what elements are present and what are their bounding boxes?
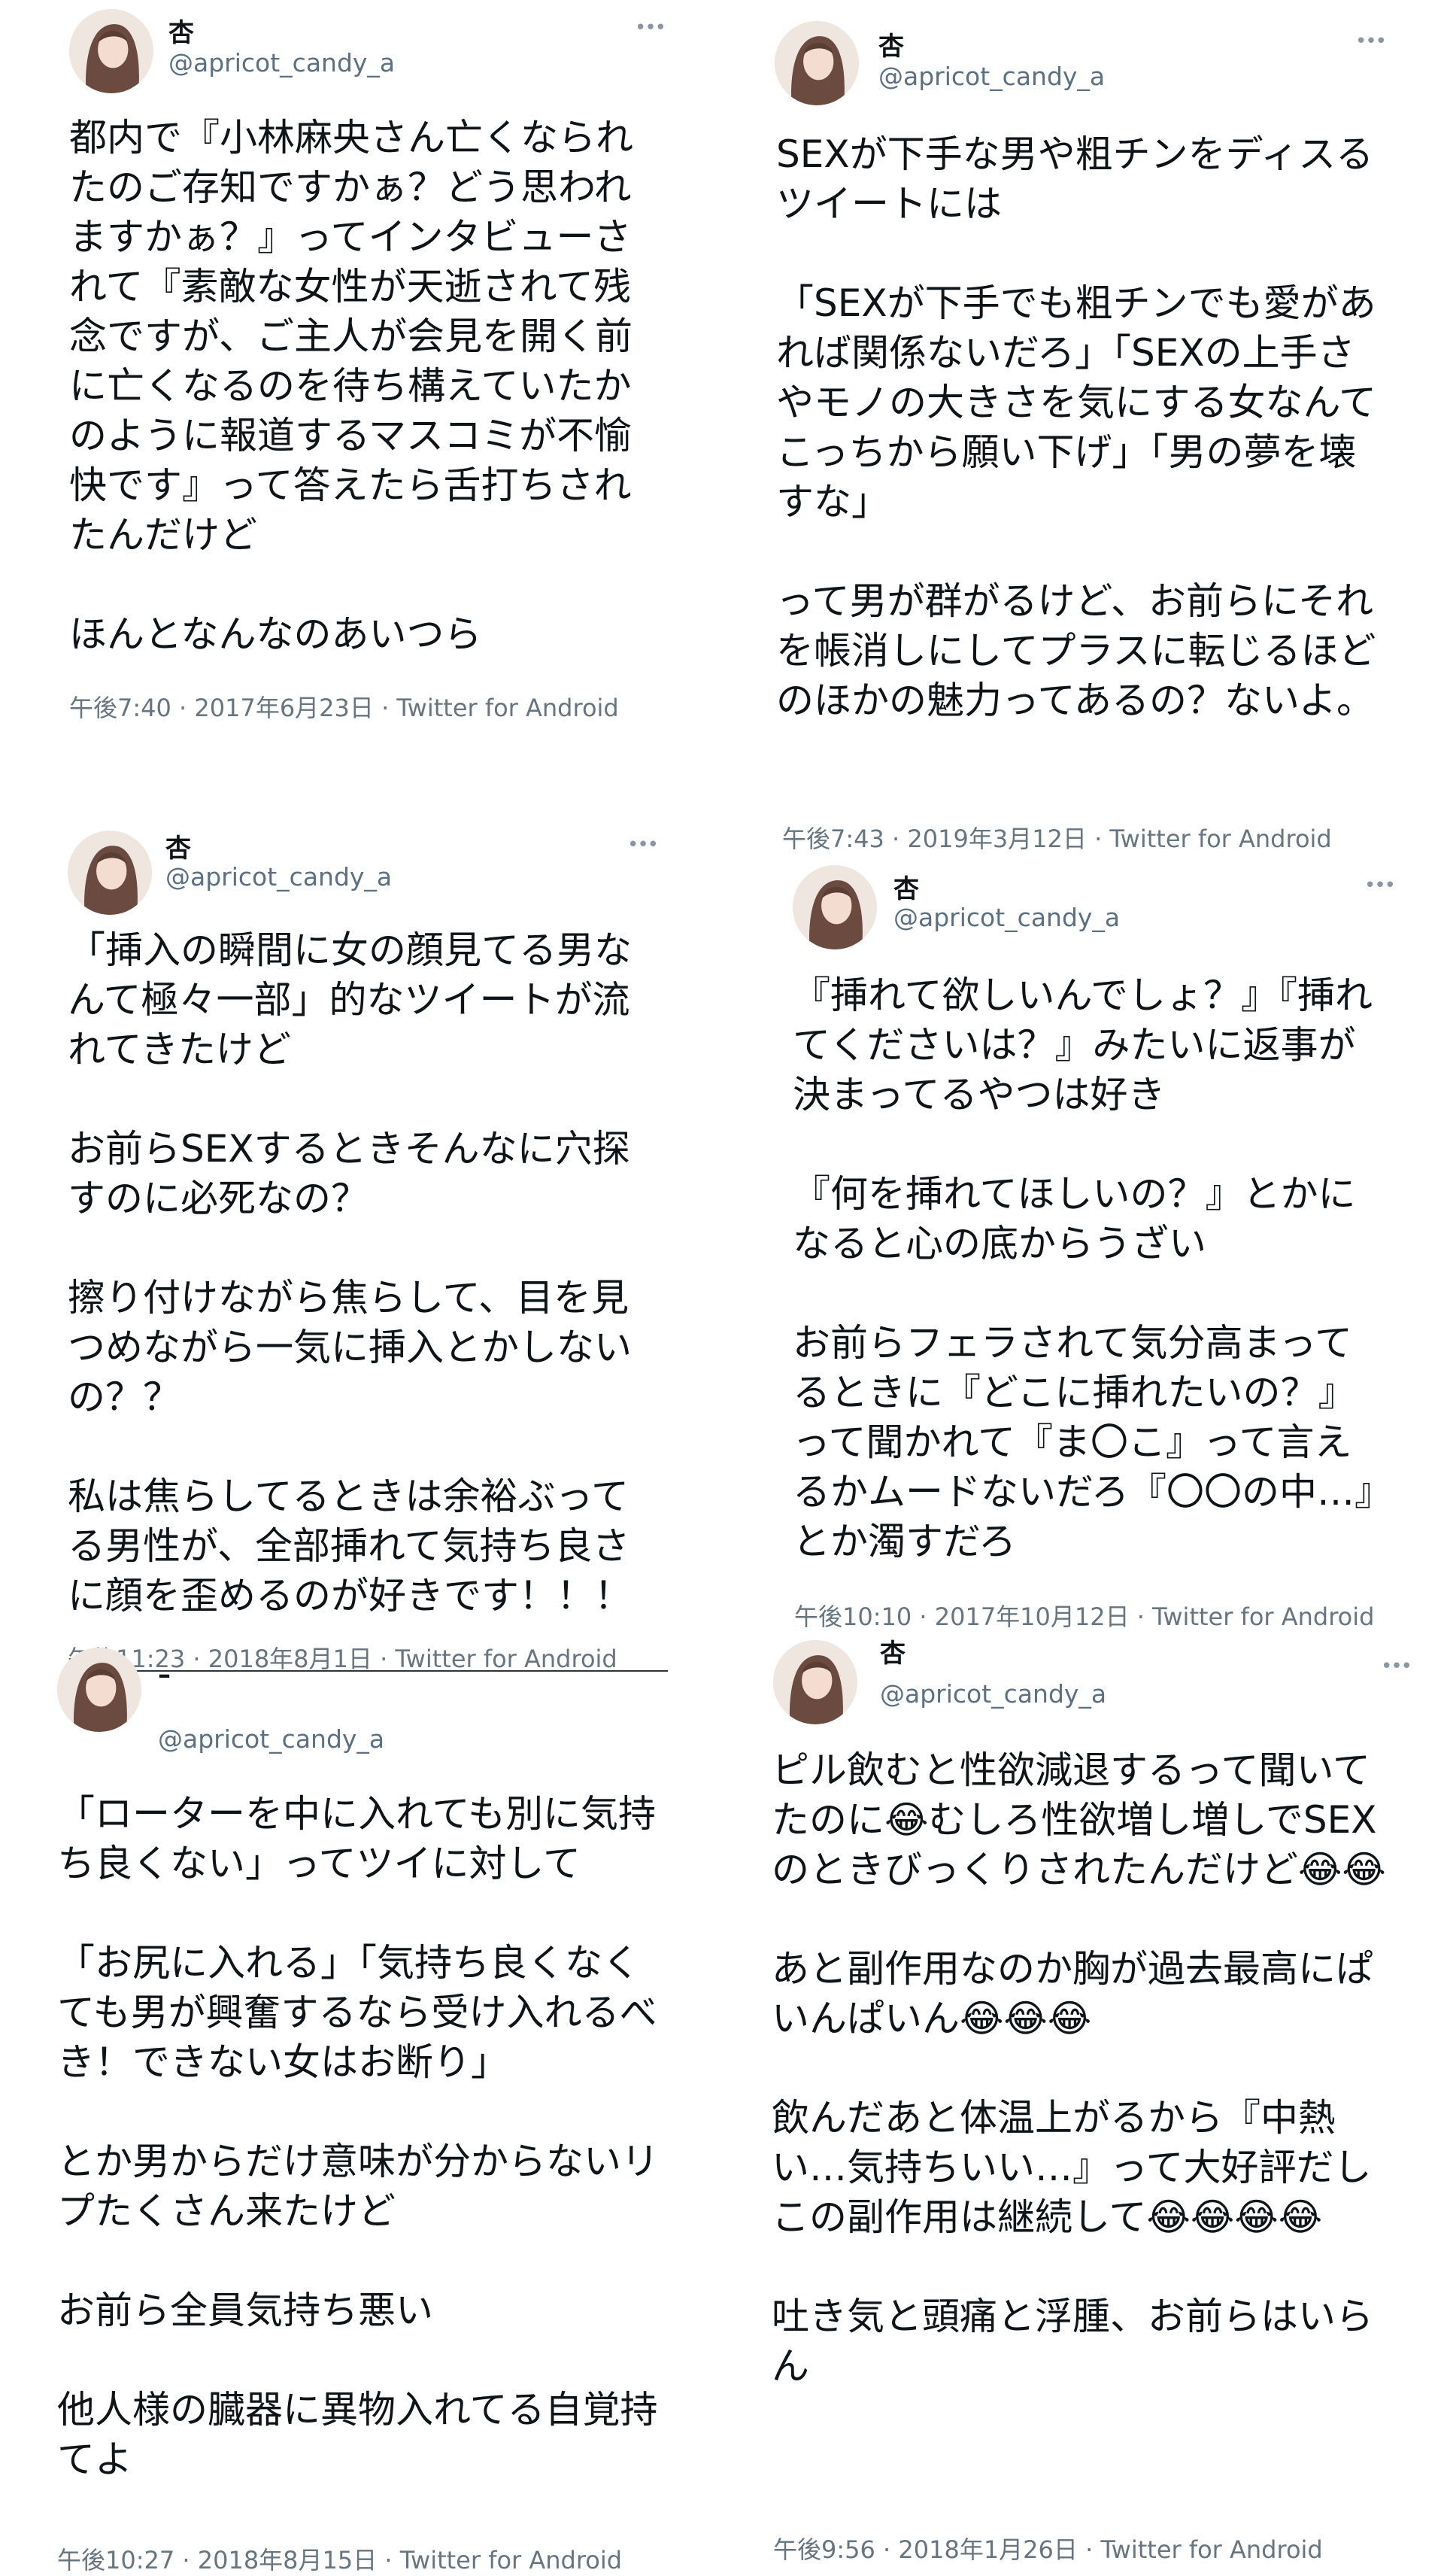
- more-options-icon[interactable]: •••: [1355, 30, 1387, 53]
- tweet-card: – @apricot_candy_a 「ローターを中に入れても別に気持ち良くない…: [0, 1648, 677, 2574]
- display-name[interactable]: 杏: [880, 1633, 906, 1669]
- display-name[interactable]: –: [158, 1660, 171, 1690]
- tweet-timestamp[interactable]: 午後10:10 · 2017年10月12日 · Twitter for Andr…: [794, 1598, 1374, 1633]
- more-options-icon[interactable]: •••: [627, 834, 659, 856]
- avatar[interactable]: [68, 831, 152, 915]
- tweet-card: 杏 @apricot_candy_a ••• 都内で『小林麻央さん亡くなられたの…: [0, 0, 677, 752]
- tweet-timestamp[interactable]: 午後9:56 · 2018年1月26日 · Twitter for Androi…: [773, 2531, 1323, 2565]
- avatar[interactable]: [775, 21, 859, 105]
- tweet-text: ピル飲むと性欲減退するって聞いてたのに😂むしろ性欲増し増しでSEXのときびっくり…: [772, 1748, 1386, 2388]
- tweet-text: 都内で『小林麻央さん亡くなられたのご存知ですかぁ？どう思われますかぁ？』ってイン…: [69, 116, 633, 656]
- user-handle[interactable]: @apricot_candy_a: [878, 62, 1105, 91]
- user-handle[interactable]: @apricot_candy_a: [880, 1679, 1106, 1709]
- more-options-icon[interactable]: •••: [1381, 1655, 1412, 1678]
- avatar-illustration: [793, 865, 877, 949]
- tweet-card: 杏 @apricot_candy_a ••• SEXが下手な男や粗チンをディスる…: [722, 0, 1444, 858]
- tweet-card: 杏 @apricot_candy_a ••• 「挿入の瞬間に女の顔見てる男なんて…: [0, 820, 677, 1673]
- more-options-icon[interactable]: •••: [635, 17, 666, 39]
- avatar-illustration: [68, 831, 152, 915]
- user-handle[interactable]: @apricot_candy_a: [158, 1724, 384, 1754]
- tweet-card: 杏 @apricot_candy_a ••• 『挿れて欲しいんでしょ？』『挿れて…: [722, 858, 1444, 1640]
- avatar-illustration: [775, 21, 859, 105]
- tweet-timestamp[interactable]: 午後7:40 · 2017年6月23日 · Twitter for Androi…: [69, 689, 619, 724]
- tweet-text: 「ローターを中に入れても別に気持ち良くない」ってツイに対して 「お尻に入れる」「…: [57, 1792, 659, 2481]
- tweet-card: 杏 @apricot_candy_a ••• ピル飲むと性欲減退するって聞いてた…: [722, 1639, 1444, 2568]
- avatar-illustration: [69, 9, 153, 93]
- avatar[interactable]: [69, 9, 153, 93]
- tweet-divider: [62, 1670, 668, 1672]
- more-options-icon[interactable]: •••: [1364, 874, 1396, 897]
- tweet-text: 「挿入の瞬間に女の顔見てる男なんて極々一部」的なツイートが流れてきたけど お前ら…: [68, 928, 632, 1618]
- display-name[interactable]: 杏: [165, 828, 191, 864]
- tweet-timestamp[interactable]: 午後10:27 · 2018年8月15日 · Twitter for Andro…: [57, 2541, 622, 2576]
- avatar-illustration: [57, 1648, 141, 1732]
- display-name[interactable]: 杏: [168, 12, 194, 49]
- avatar[interactable]: [773, 1640, 857, 1724]
- tweet-timestamp[interactable]: 午後7:43 · 2019年3月12日 · Twitter for Androi…: [782, 820, 1332, 855]
- avatar-illustration: [773, 1640, 857, 1724]
- user-handle[interactable]: @apricot_candy_a: [168, 48, 395, 77]
- tweet-text: 『挿れて欲しいんでしょ？』『挿れてくださいは？』みたいに返事が決まってるやつは好…: [793, 974, 1373, 1563]
- tweet-text: SEXが下手な男や粗チンをディスるツイートには 「SEXが下手でも粗チンでも愛が…: [776, 132, 1376, 722]
- user-handle[interactable]: @apricot_candy_a: [893, 903, 1120, 932]
- avatar[interactable]: [793, 865, 877, 949]
- display-name[interactable]: 杏: [878, 26, 904, 62]
- user-handle[interactable]: @apricot_candy_a: [165, 862, 392, 892]
- avatar[interactable]: [57, 1648, 141, 1732]
- display-name[interactable]: 杏: [893, 868, 919, 905]
